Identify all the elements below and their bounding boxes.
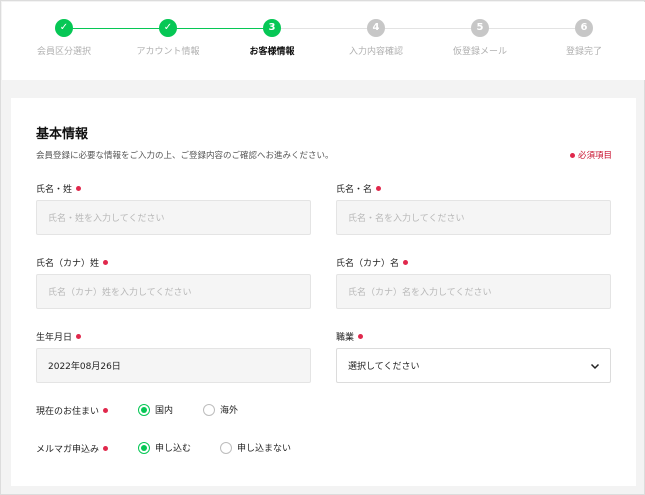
step-label: 会員区分選択: [36, 47, 91, 57]
basic-info-card: 基本情報 会員登録に必要な情報をご入力の上、ご登録内容のご確認へお進みください。…: [11, 98, 636, 486]
section-description: 会員登録に必要な情報をご入力の上、ご登録内容のご確認へお進みください。: [36, 151, 334, 161]
required-dot: [76, 334, 82, 339]
required-dot: [569, 152, 575, 158]
first-name-kana-label-text: 氏名（カナ）名: [336, 259, 400, 269]
required-dot: [103, 408, 109, 413]
residence-option-overseas[interactable]: 海外: [203, 403, 238, 416]
required-dot: [376, 186, 382, 191]
first-name-label: 氏名・名: [336, 182, 382, 195]
step-5: 5 仮登録メール: [428, 19, 532, 57]
last-name-placeholder: 氏名・姓を入力してください: [48, 214, 165, 224]
check-icon: ✓: [55, 19, 73, 37]
newsletter-option-subscribe[interactable]: 申し込む: [138, 441, 191, 454]
first-name-field[interactable]: 氏名・名を入力してください: [336, 200, 611, 235]
birthday-label-text: 生年月日: [36, 333, 73, 343]
residence-option-label: 国内: [155, 406, 174, 416]
first-name-kana-label: 氏名（カナ）名: [336, 256, 409, 269]
required-dot: [103, 260, 109, 265]
section-title: 基本情報: [36, 127, 89, 142]
chevron-down-icon: [590, 363, 600, 370]
step-number: 4: [367, 19, 385, 37]
first-name-label-text: 氏名・名: [336, 185, 373, 195]
required-note-label: 必須項目: [577, 151, 612, 161]
step-1: ✓ 会員区分選択: [12, 19, 116, 57]
newsletter-option-label: 申し込む: [155, 444, 192, 454]
radio-unselected-icon[interactable]: [220, 441, 232, 454]
step-label: 仮登録メール: [452, 47, 507, 57]
first-name-placeholder: 氏名・名を入力してください: [348, 214, 465, 224]
step-number: 6: [575, 19, 593, 37]
progress-stepper: ✓ 会員区分選択 ✓ アカウント情報 3 お客様情報 4 入力内容確認 5 仮登…: [2, 2, 645, 80]
radio-unselected-icon[interactable]: [203, 403, 215, 416]
birthday-label: 生年月日: [36, 330, 82, 343]
step-label: アカウント情報: [136, 47, 200, 57]
step-label: お客様情報: [249, 47, 295, 57]
occupation-value: 選択してください: [348, 362, 420, 372]
newsletter-option-label: 申し込まない: [237, 444, 292, 454]
step-2: ✓ アカウント情報: [116, 19, 220, 57]
radio-selected-icon[interactable]: [138, 403, 150, 416]
check-icon: ✓: [159, 19, 177, 37]
last-name-field[interactable]: 氏名・姓を入力してください: [36, 200, 311, 235]
page-frame: ✓ 会員区分選択 ✓ アカウント情報 3 お客様情報 4 入力内容確認 5 仮登…: [0, 0, 645, 495]
step-3: 3 お客様情報: [220, 19, 324, 57]
last-name-kana-placeholder: 氏名（カナ）姓を入力してください: [48, 288, 192, 298]
last-name-kana-field[interactable]: 氏名（カナ）姓を入力してください: [36, 274, 311, 309]
step-4: 4 入力内容確認: [324, 19, 428, 57]
required-dot: [76, 186, 82, 191]
residence-option-domestic[interactable]: 国内: [138, 403, 173, 416]
residence-label: 現在のお住まい: [36, 404, 109, 417]
occupation-select[interactable]: 選択してください: [336, 348, 611, 383]
last-name-label-text: 氏名・姓: [36, 185, 73, 195]
occupation-label: 職業: [336, 330, 364, 343]
birthday-field[interactable]: 2022年08月26日: [36, 348, 311, 383]
residence-option-label: 海外: [220, 406, 239, 416]
first-name-kana-placeholder: 氏名（カナ）名を入力してください: [348, 288, 492, 298]
required-note: 必須項目: [569, 149, 612, 161]
step-label: 登録完了: [565, 47, 602, 57]
required-dot: [403, 260, 409, 265]
step-6: 6 登録完了: [532, 19, 636, 57]
last-name-kana-label: 氏名（カナ）姓: [36, 256, 109, 269]
radio-selected-icon[interactable]: [138, 441, 150, 454]
required-dot: [358, 334, 364, 339]
first-name-kana-field[interactable]: 氏名（カナ）名を入力してください: [336, 274, 611, 309]
step-number: 3: [263, 19, 281, 37]
newsletter-label: メルマガ申込み: [36, 442, 109, 455]
residence-label-text: 現在のお住まい: [36, 407, 100, 417]
last-name-kana-label-text: 氏名（カナ）姓: [36, 259, 100, 269]
step-label: 入力内容確認: [348, 47, 403, 57]
last-name-label: 氏名・姓: [36, 182, 82, 195]
step-number: 5: [471, 19, 489, 37]
required-dot: [103, 446, 109, 451]
newsletter-option-unsubscribe[interactable]: 申し込まない: [220, 441, 291, 454]
occupation-label-text: 職業: [336, 333, 355, 343]
newsletter-label-text: メルマガ申込み: [36, 445, 100, 455]
birthday-value: 2022年08月26日: [48, 362, 121, 372]
